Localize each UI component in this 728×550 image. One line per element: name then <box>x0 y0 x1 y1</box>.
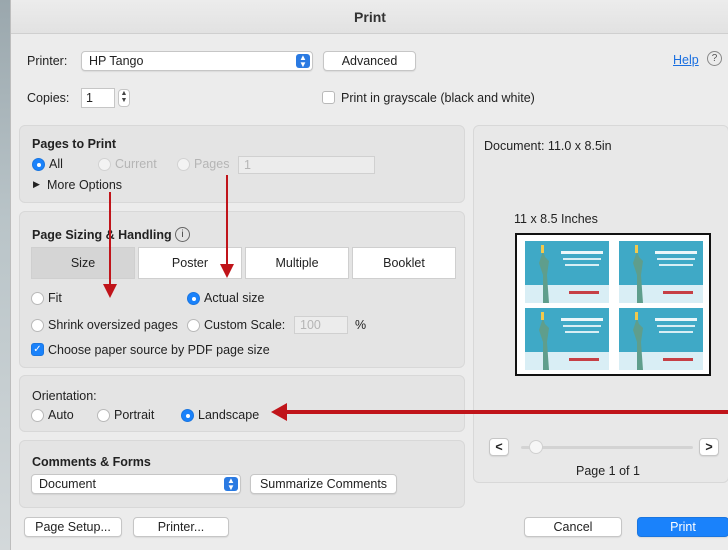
more-options-toggle[interactable]: More Options <box>47 178 122 192</box>
help-link[interactable]: Help <box>673 53 699 67</box>
page-sizing-title: Page Sizing & Handling <box>32 228 172 242</box>
cancel-button[interactable]: Cancel <box>524 517 622 537</box>
page-indicator: Page 1 of 1 <box>576 464 640 478</box>
grayscale-checkbox[interactable] <box>322 91 335 104</box>
page-slider-track[interactable] <box>521 446 693 449</box>
landscape-label: Landscape <box>198 408 260 422</box>
tab-booklet[interactable]: Booklet <box>352 247 456 279</box>
current-page-label: Current <box>115 157 157 171</box>
orientation-panel <box>19 375 465 432</box>
percent-label: % <box>355 318 367 332</box>
preview-thumbnail <box>619 308 703 370</box>
shrink-oversized-radio[interactable] <box>31 319 44 332</box>
preview-thumbnail <box>619 241 703 303</box>
annotation-arrowhead <box>220 264 234 278</box>
preview-thumbnail <box>525 308 609 370</box>
grayscale-label: Print in grayscale (black and white) <box>341 91 535 105</box>
custom-scale-radio[interactable] <box>187 319 200 332</box>
copies-label: Copies: <box>27 91 70 105</box>
paper-source-label: Choose paper source by PDF page size <box>48 343 270 357</box>
page-range-radio[interactable] <box>177 158 190 171</box>
custom-scale-input[interactable]: 100 <box>294 316 348 334</box>
all-pages-label: All <box>49 157 63 171</box>
preview-thumbnail <box>525 241 609 303</box>
annotation-arrowhead <box>271 403 287 421</box>
annotation-arrow <box>109 192 111 288</box>
printer-label: Printer: <box>27 54 68 68</box>
fit-label: Fit <box>48 291 62 305</box>
advanced-button[interactable]: Advanced <box>323 51 416 71</box>
page-setup-button[interactable]: Page Setup... <box>24 517 122 537</box>
actual-size-label: Actual size <box>204 291 265 305</box>
copies-input[interactable]: 1 <box>81 88 115 108</box>
tab-size[interactable]: Size <box>31 247 135 279</box>
chevron-updown-icon: ▲ ▼ <box>224 477 238 492</box>
disclosure-triangle-icon[interactable]: ▶ <box>33 179 40 190</box>
orientation-title: Orientation: <box>32 389 97 403</box>
comments-forms-title: Comments & Forms <box>32 455 151 469</box>
comments-forms-select[interactable]: Document ▲ ▼ <box>31 474 241 494</box>
actual-size-radio[interactable] <box>187 292 200 305</box>
background-window-strip <box>0 0 10 550</box>
annotation-arrow <box>285 410 728 414</box>
print-dialog: Print Printer: HP Tango ▲ ▼ Advanced Help… <box>10 0 728 550</box>
printer-select[interactable]: HP Tango ▲ ▼ <box>81 51 313 71</box>
portrait-radio[interactable] <box>97 409 110 422</box>
shrink-oversized-label: Shrink oversized pages <box>48 318 178 332</box>
summarize-comments-button[interactable]: Summarize Comments <box>250 474 397 494</box>
comments-forms-value: Document <box>39 477 96 491</box>
landscape-radio[interactable] <box>181 409 194 422</box>
page-preview <box>515 233 711 376</box>
page-range-label: Pages <box>194 157 230 171</box>
info-icon[interactable]: i <box>175 227 190 242</box>
page-range-input[interactable]: 1 <box>238 156 375 174</box>
paper-source-checkbox[interactable]: ✓ <box>31 343 44 356</box>
next-page-button[interactable]: > <box>699 438 719 456</box>
page-slider-thumb[interactable] <box>529 440 543 454</box>
copies-stepper[interactable]: ▲ ▼ <box>118 89 130 107</box>
portrait-label: Portrait <box>114 408 155 422</box>
annotation-arrow <box>226 175 228 268</box>
document-size-label: Document: 11.0 x 8.5in <box>484 139 612 153</box>
current-page-radio[interactable] <box>98 158 111 171</box>
print-button[interactable]: Print <box>637 517 728 537</box>
auto-orientation-radio[interactable] <box>31 409 44 422</box>
window-title: Print <box>11 0 728 34</box>
annotation-arrowhead <box>103 284 117 298</box>
auto-orientation-label: Auto <box>48 408 74 422</box>
fit-radio[interactable] <box>31 292 44 305</box>
printer-button[interactable]: Printer... <box>133 517 229 537</box>
previous-page-button[interactable]: < <box>489 438 509 456</box>
help-icon[interactable]: ? <box>707 51 722 66</box>
custom-scale-label: Custom Scale: <box>204 318 286 332</box>
paper-size-label: 11 x 8.5 Inches <box>514 212 598 226</box>
tab-multiple[interactable]: Multiple <box>245 247 349 279</box>
printer-select-value: HP Tango <box>89 54 144 68</box>
chevron-updown-icon: ▲ ▼ <box>296 54 310 69</box>
pages-to-print-title: Pages to Print <box>32 137 117 151</box>
all-pages-radio[interactable] <box>32 158 45 171</box>
